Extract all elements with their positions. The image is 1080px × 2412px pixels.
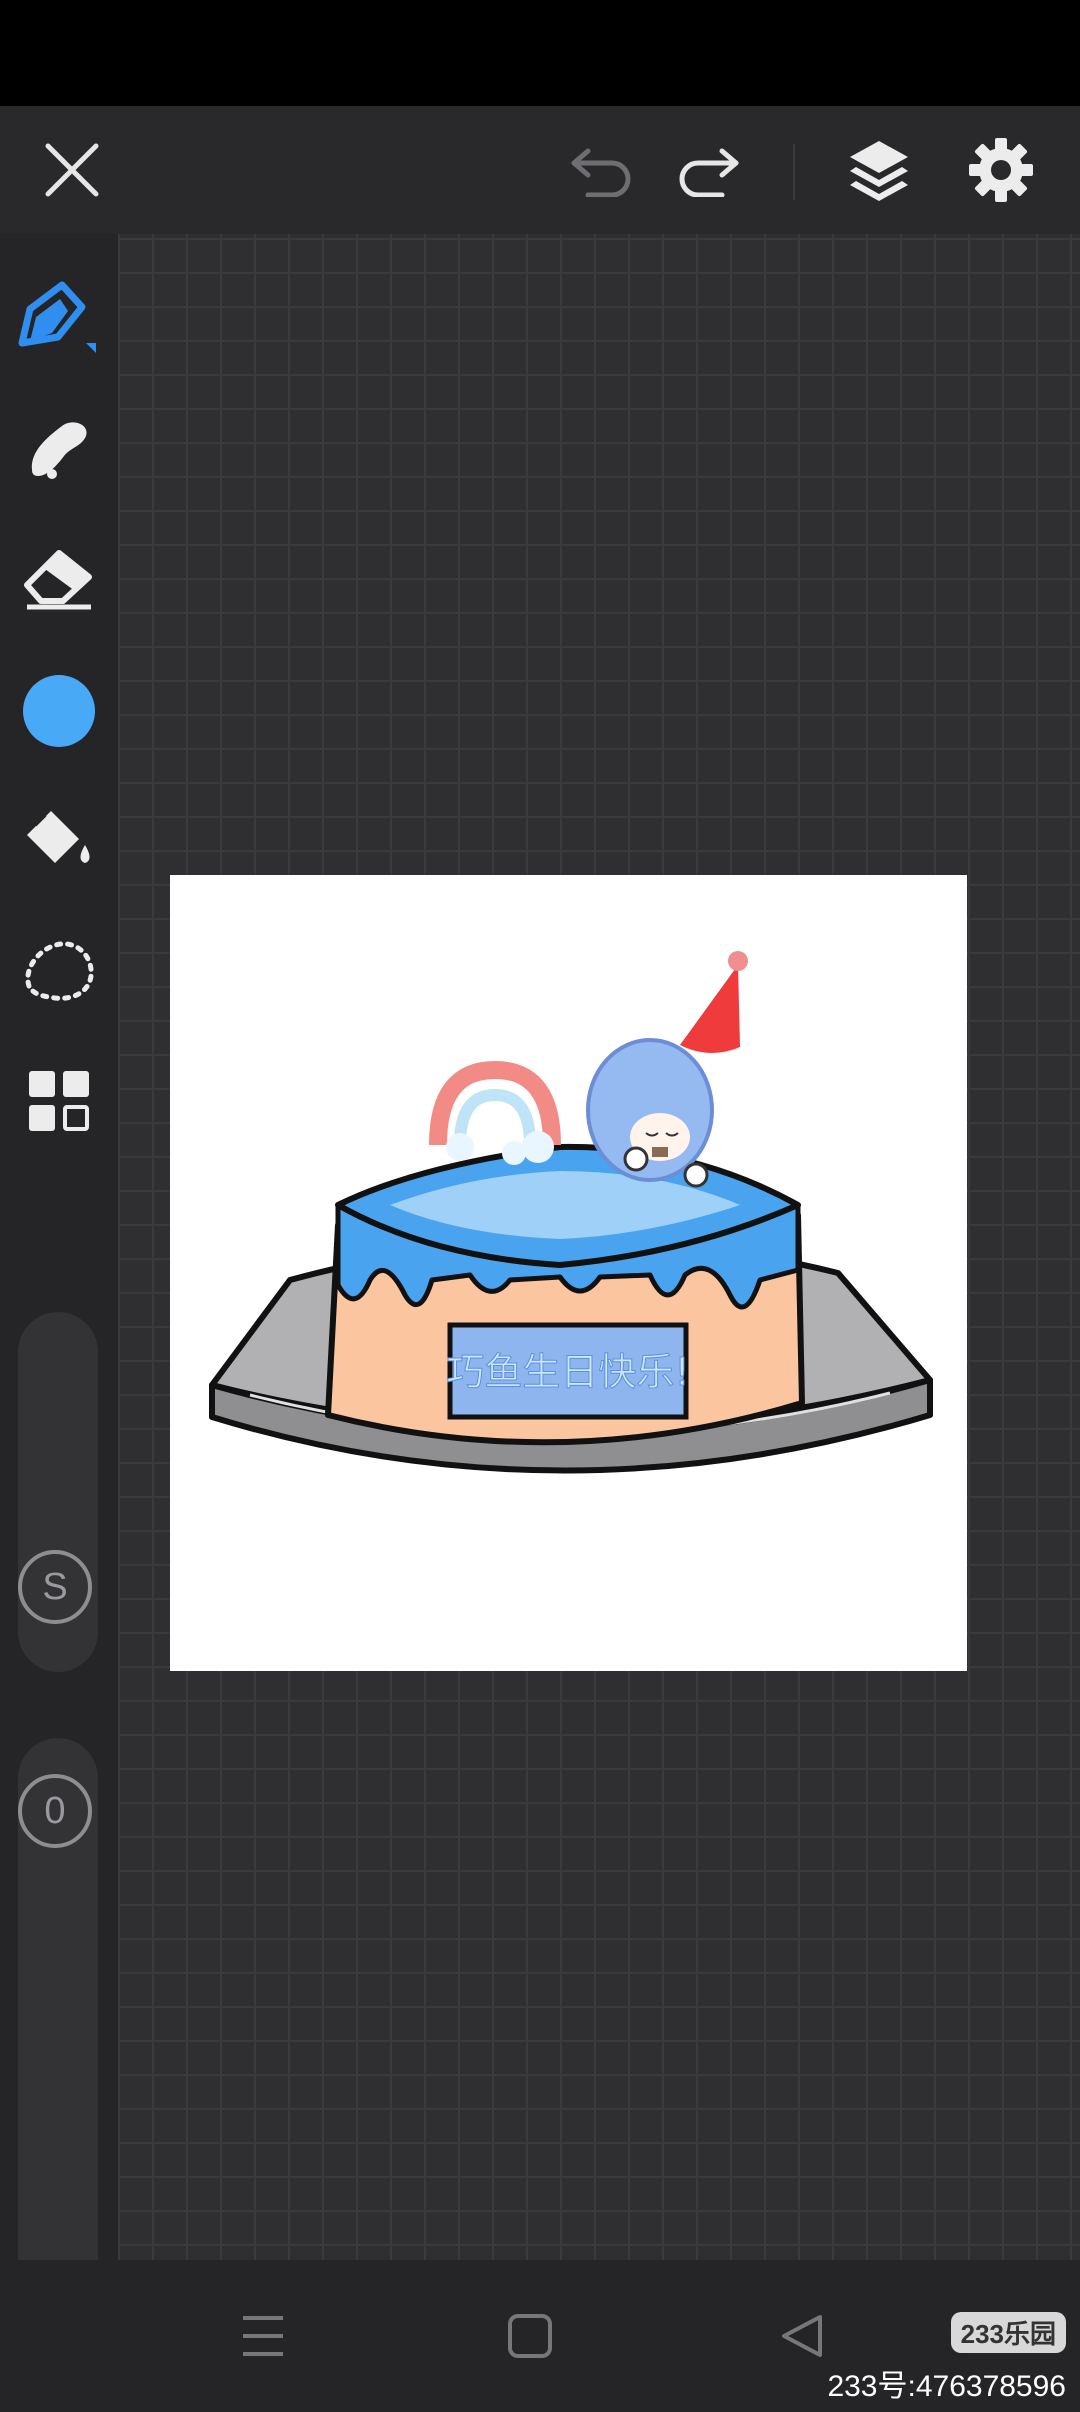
- size-label: S: [42, 1565, 68, 1608]
- top-toolbar: [0, 106, 1080, 234]
- gallery-grid[interactable]: [0, 1046, 118, 1156]
- smudge-tool[interactable]: [0, 392, 118, 502]
- watermark-text: 233号:476378596: [827, 2370, 1066, 2403]
- menu-nav-button[interactable]: [228, 2260, 298, 2412]
- size-slider-knob[interactable]: S: [18, 1550, 92, 1624]
- layers-button[interactable]: [842, 106, 916, 234]
- eraser-tool[interactable]: [0, 524, 118, 634]
- birthday-cake-drawing: 巧鱼生日快乐!: [209, 951, 933, 1474]
- back-icon: [782, 2315, 822, 2357]
- paint-bucket-icon: [27, 811, 90, 863]
- close-icon: [45, 143, 99, 197]
- back-nav-button[interactable]: [770, 2260, 834, 2412]
- smudge-icon: [31, 422, 87, 479]
- status-bar: [0, 0, 1080, 106]
- grid-icon: [29, 1071, 89, 1131]
- undo-icon: [571, 148, 631, 197]
- layers-icon: [850, 141, 908, 201]
- watermark-logo: 233乐园: [950, 2312, 1066, 2353]
- toolbar-divider: [793, 144, 795, 200]
- settings-button[interactable]: [964, 106, 1038, 234]
- undo-button[interactable]: [564, 106, 638, 234]
- cake-plaque-text: 巧鱼生日快乐!: [446, 1350, 689, 1394]
- home-icon: [508, 2314, 552, 2358]
- eraser-icon: [24, 550, 92, 610]
- opacity-label: 0: [44, 1789, 66, 1832]
- menu-icon: [243, 2316, 283, 2356]
- close-button[interactable]: [32, 106, 112, 234]
- lasso-dotted-icon: [25, 941, 94, 1001]
- settings-icon: [969, 138, 1033, 202]
- color-picker[interactable]: [0, 656, 118, 766]
- watermark: 233乐园 233号:476378596: [827, 2312, 1066, 2405]
- brush-size-slider[interactable]: S: [18, 1312, 98, 1672]
- brush-pen-icon: [18, 281, 96, 353]
- artboard[interactable]: 巧鱼生日快乐!: [170, 875, 967, 1671]
- tool-sidebar: S 0: [0, 234, 118, 2338]
- opacity-slider-knob[interactable]: 0: [18, 1774, 92, 1848]
- redo-icon: [679, 148, 739, 197]
- current-color-swatch: [23, 675, 95, 747]
- fill-bucket-tool[interactable]: [0, 786, 118, 896]
- home-nav-button[interactable]: [498, 2260, 562, 2412]
- brush-opacity-slider[interactable]: 0: [18, 1738, 98, 2338]
- redo-button[interactable]: [672, 106, 746, 234]
- brush-tool[interactable]: [0, 264, 118, 374]
- lasso-selection-tool[interactable]: [0, 916, 118, 1026]
